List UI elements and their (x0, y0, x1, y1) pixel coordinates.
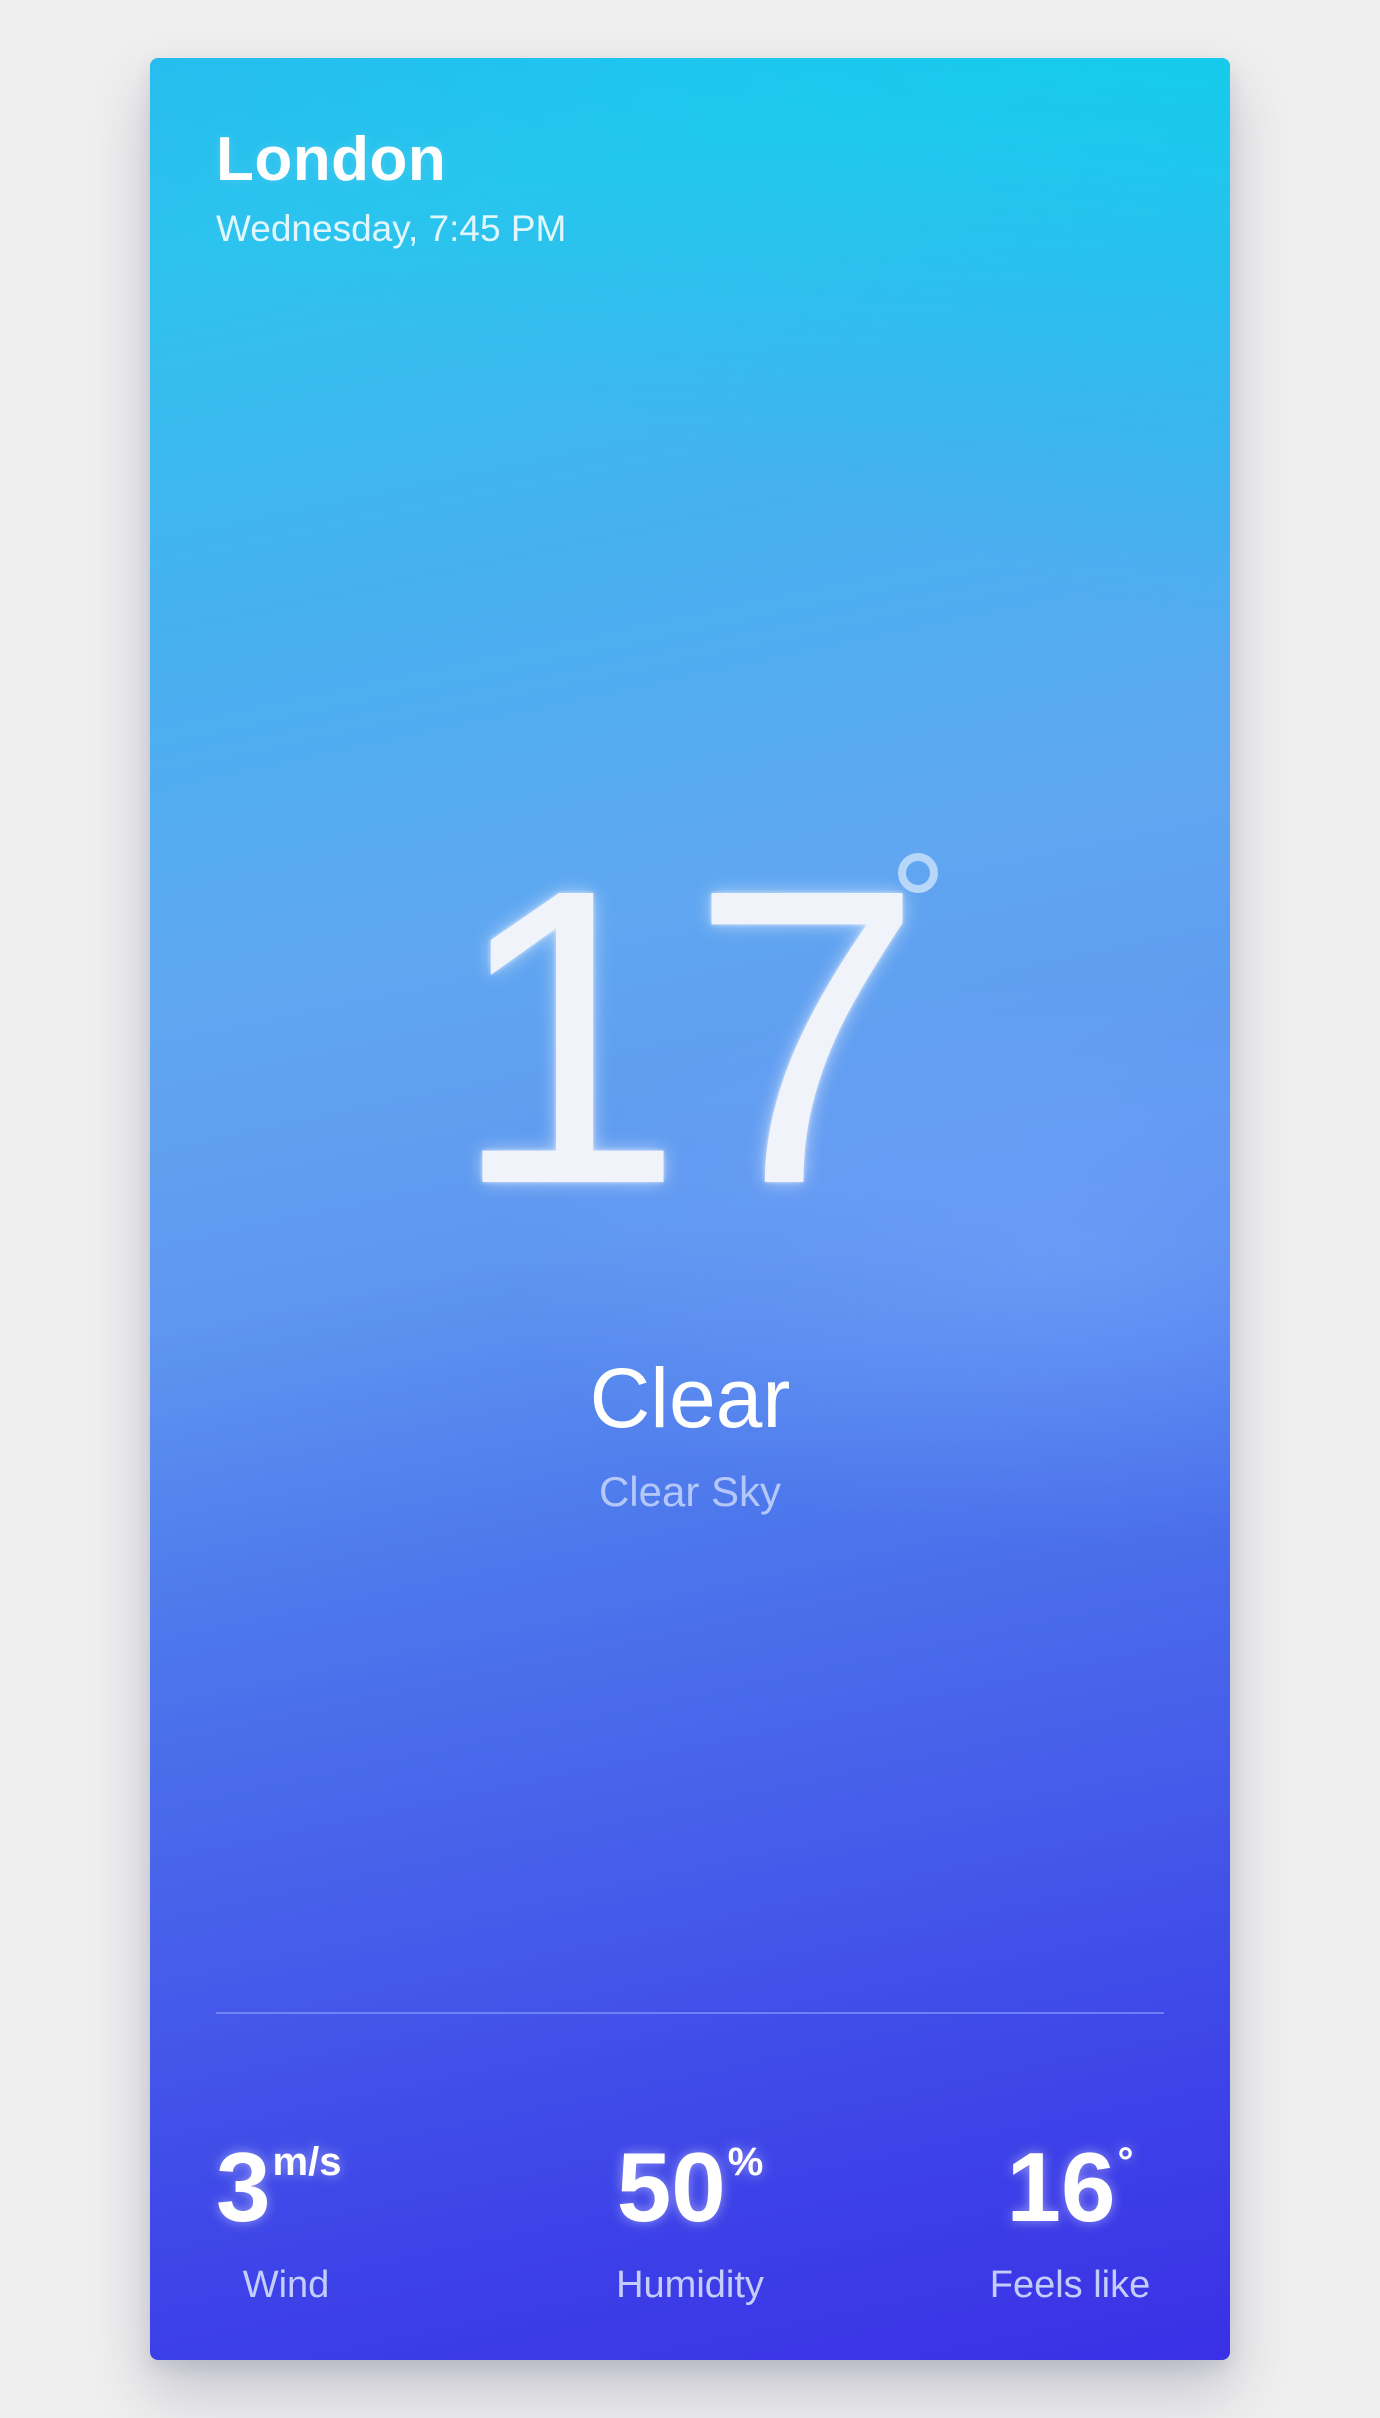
temperature-degree-icon (898, 853, 938, 893)
humidity-value-group: 50% (570, 2138, 810, 2236)
weather-condition: Clear (589, 1351, 791, 1445)
date-time: Wednesday, 7:45 PM (216, 208, 567, 249)
wind-value-group: 3m/s (216, 2138, 356, 2236)
humidity-label: Humidity (616, 2264, 764, 2306)
feels-like-unit: ° (1117, 2140, 1134, 2184)
feels-like-stat: 16° Feels like (970, 2138, 1170, 2307)
feels-like-label: Feels like (989, 2264, 1151, 2306)
feels-like-value-group: 16° (970, 2138, 1170, 2236)
humidity-stat: 50% Humidity (570, 2138, 810, 2307)
wind-label: Wind (242, 2264, 330, 2306)
weather-description: Clear Sky (598, 1468, 782, 1515)
stats-divider (216, 2012, 1164, 2014)
humidity-value: 50 (616, 2132, 726, 2242)
humidity-unit: % (727, 2140, 764, 2184)
wind-stat: 3m/s Wind (216, 2138, 356, 2307)
wind-value: 3 (216, 2132, 271, 2242)
weather-card: London Wednesday, 7:45 PM 17 Clear Clear… (150, 58, 1230, 2360)
temperature-value: 17 (450, 803, 930, 1272)
temperature-display: 17 (150, 828, 1230, 1248)
feels-like-value: 16 (1006, 2132, 1116, 2242)
city-name: London (216, 125, 447, 194)
wind-unit: m/s (272, 2140, 342, 2184)
